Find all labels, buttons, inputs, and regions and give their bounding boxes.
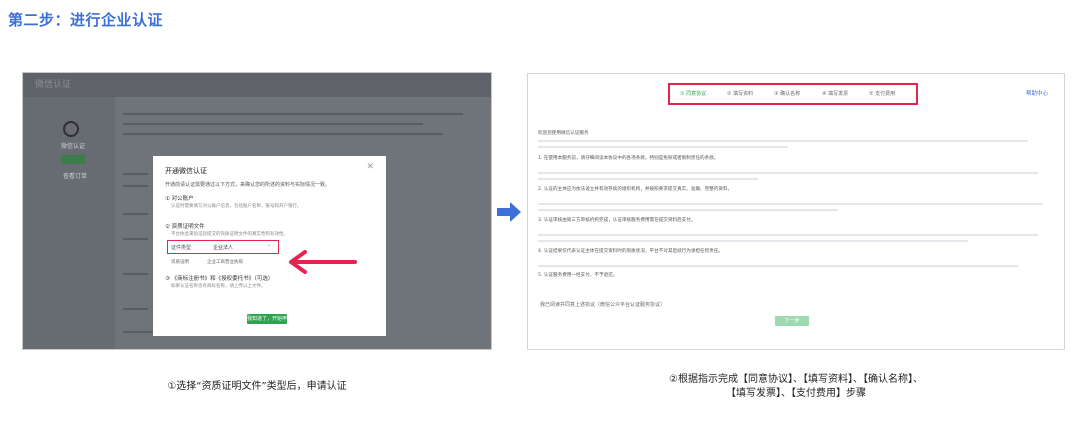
select-label: 证件类型 [171,245,192,251]
close-icon[interactable]: ✕ [366,162,374,172]
left-top-bar [23,73,491,97]
select-under-label: 资质证明 [171,260,189,265]
agreement-text-line [538,172,1038,174]
select-value: 企业法人 [213,245,234,251]
bg-text-line [123,238,148,240]
left-top-bar-text: 微信认证 [35,80,72,90]
check-circle-icon [63,121,79,137]
paragraph-2: 2. 认证的主体应为依法设立并有效存续的组织机构，并按照要求提交真实、准确、完整… [538,187,733,192]
agreement-text-line [538,178,758,180]
select-under-value: 企业工商营业执照 [207,260,243,265]
bg-text-line [123,123,423,125]
option-1[interactable]: ① 对公账户 [165,194,194,202]
paragraph-3: 3. 认证审核由第三方审核机构完成，认证审核服务费用需在提交资料后支付。 [538,218,696,223]
next-step-button[interactable]: 下一步 [775,316,809,326]
step-invoice[interactable]: ④ 填写发票 [822,90,848,97]
agreement-text-line [538,209,838,211]
modal-intro: 开通前请认证需要通过以下方式，来确认您的所述的资料与实际情况一致。 [165,182,331,188]
agreement-text-line [538,234,1038,236]
agreement-text-line [538,203,1043,205]
left-screenshot: 微信认证 微信认证 查看订单 开通微信认证 ✕ 开通前请认证需要通过以下方式，来… [22,72,492,350]
agreement-text-line [538,146,788,148]
step-payment[interactable]: ⑤ 支付费用 [869,90,895,97]
caption-right-line2: 【填写发票】、【支付费用】步骤 [726,388,866,399]
option-3[interactable]: ③ 《商标注册书》和《授权委托书》（可选） [165,274,273,282]
modal-title: 开通微信认证 [165,167,207,175]
bg-text-line [123,113,463,115]
red-arrow-icon [289,250,357,274]
side-orders-label: 查看订单 [63,173,88,180]
bg-text-line [123,173,148,175]
paragraph-5: 5. 认证服务费用一经支付，不予退还。 [538,273,618,278]
agreement-text-line [538,265,1018,267]
bg-text-line [123,185,148,187]
agreement-text-line [538,240,968,242]
paragraph-1: 1. 在使用本服务前，请仔细阅读本协议中的各项条款，特别是免除或者限制责任的条款… [538,156,719,161]
paragraph-4: 4. 认证结果仅代表认证主体在提交资料时的资质状况，平台不对其后续行为承担任何责… [538,249,724,254]
step-title: 第二步：进行企业认证 [8,11,164,29]
bg-text-line [123,213,148,215]
chevron-down-icon[interactable]: ⌄ [267,242,271,248]
bg-text-line [123,308,148,310]
side-green-button[interactable] [61,155,85,164]
step-confirm-name[interactable]: ③ 确认名称 [774,90,800,97]
step-fill-info[interactable]: ② 填写资料 [727,90,753,97]
option-1-desc: 认证时需要填写对公账户信息，包括账户名称、账号和开户银行。 [171,204,302,209]
side-status-label: 微信认证 [61,143,86,150]
right-screenshot: ① 同意协议 ② 填写资料 ③ 确认名称 ④ 填写发票 ⑤ 支付费用 帮助中心 … [527,73,1065,350]
option-2[interactable]: ② 资质证明文件 [165,222,205,230]
start-apply-button[interactable]: 我知道了，开始申请 [247,314,287,332]
option-3-desc: 如果认证名称含有商标名称，请上传以上文件。 [171,284,266,289]
agree-checkbox-label[interactable]: 我已阅读并同意上述协议（微信公众平台认证服务协议） [540,301,665,308]
bg-text-line [123,273,148,275]
intro-text: 欢迎您使用微信认证服务 [538,131,589,136]
option-2-desc: 平台依此来验证您提交的资质证明文件的真实性和有效性。 [171,232,288,237]
help-link[interactable]: 帮助中心 [1026,89,1048,97]
auth-modal: 开通微信认证 ✕ 开通前请认证需要通过以下方式，来确认您的所述的资料与实际情况一… [153,156,386,336]
blue-arrow-icon [497,202,521,222]
step-agree[interactable]: ① 同意协议 [680,90,706,97]
caption-right-line1: ②根据指示完成【同意协议】、【填写资料】、【确认名称】、 [669,374,923,385]
caption-left: ①选择“资质证明文件”类型后，申请认证 [167,381,347,392]
agreement-text-line [538,140,1028,142]
bg-text-line [123,133,443,135]
